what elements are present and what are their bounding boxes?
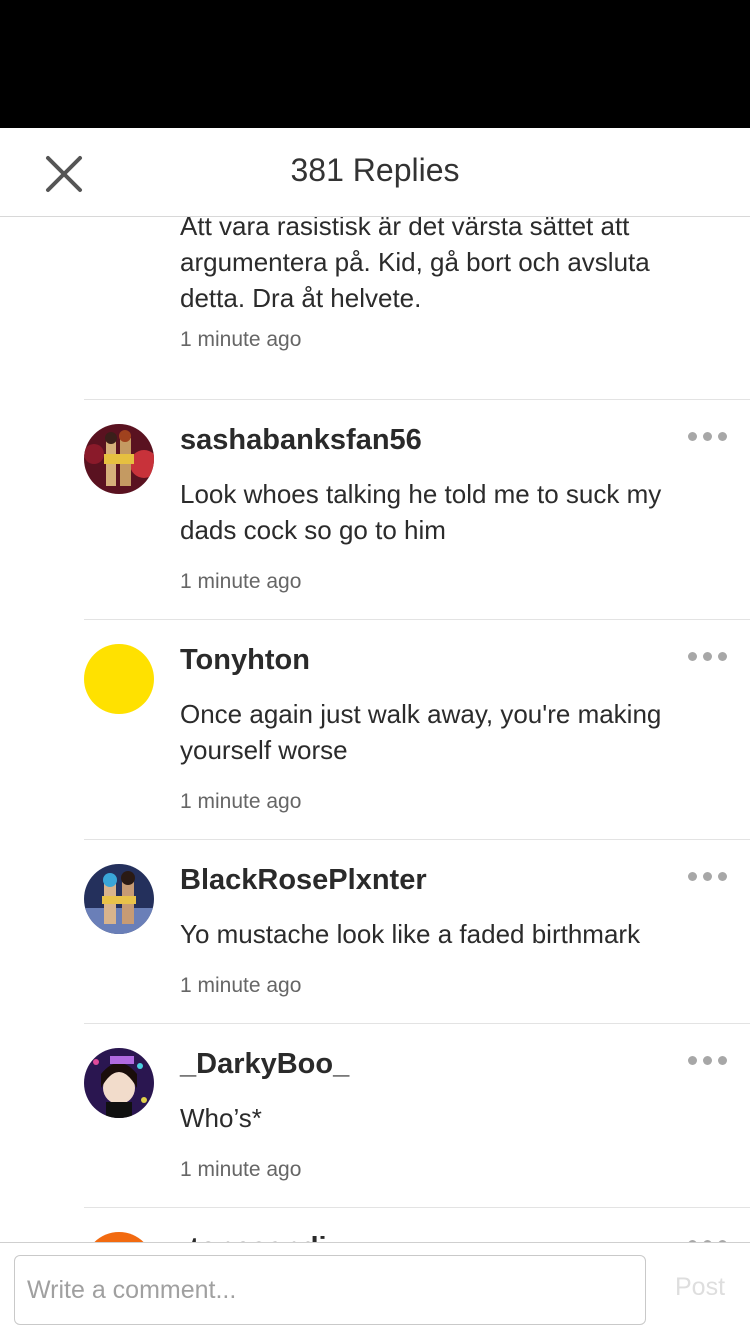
more-options-icon[interactable] [688, 864, 728, 888]
more-options-icon[interactable] [688, 1232, 728, 1242]
avatar[interactable] [84, 644, 154, 714]
reply-body: Once again just walk away, you're making… [180, 699, 662, 765]
replies-list[interactable]: Att vara rasistisk är det värsta sättet … [0, 217, 750, 1242]
avatar[interactable] [84, 1232, 154, 1242]
reply-username[interactable]: -tonesandi [180, 1232, 327, 1242]
avatar[interactable] [84, 424, 154, 494]
list-item: Att vara rasistisk är det värsta sättet … [84, 217, 750, 400]
comment-composer: Post [0, 1242, 750, 1335]
list-item: BlackRosePlxnter Yo mustache look like a… [84, 840, 750, 1024]
reply-time: 1 minute ago [180, 570, 302, 593]
post-button[interactable]: Post [664, 1273, 736, 1302]
more-options-icon[interactable] [688, 1048, 728, 1072]
reply-body: Yo mustache look like a faded birthmark [180, 919, 641, 949]
avatar[interactable] [84, 1048, 154, 1118]
reply-time: 1 minute ago [180, 1158, 302, 1181]
list-item: Tonyhton Once again just walk away, you'… [84, 620, 750, 840]
reply-username[interactable]: sashabanksfan56 [180, 424, 422, 457]
header: 381 Replies [0, 128, 750, 217]
reply-time: 1 minute ago [180, 790, 302, 813]
list-item: -tonesandi [84, 1208, 750, 1242]
list-item: _DarkyBoo_ Who’s* 1 minute ago [84, 1024, 750, 1208]
reply-username[interactable]: Tonyhton [180, 644, 310, 677]
reply-time: 1 minute ago [180, 328, 302, 351]
comment-input[interactable] [14, 1255, 646, 1325]
reply-username[interactable]: BlackRosePlxnter [180, 864, 427, 897]
reply-time: 1 minute ago [180, 974, 302, 997]
reply-body: Look whoes talking he told me to suck my… [180, 479, 662, 545]
reply-body: Att vara rasistisk är det värsta sättet … [180, 217, 650, 313]
more-options-icon[interactable] [688, 424, 728, 448]
reply-body: Who’s* [180, 1103, 262, 1133]
more-options-icon[interactable] [688, 644, 728, 668]
reply-username[interactable]: _DarkyBoo_ [180, 1048, 349, 1081]
avatar[interactable] [84, 864, 154, 934]
page-title: 381 Replies [290, 152, 460, 188]
status-bar [0, 0, 750, 128]
list-item: sashabanksfan56 Look whoes talking he to… [84, 400, 750, 620]
